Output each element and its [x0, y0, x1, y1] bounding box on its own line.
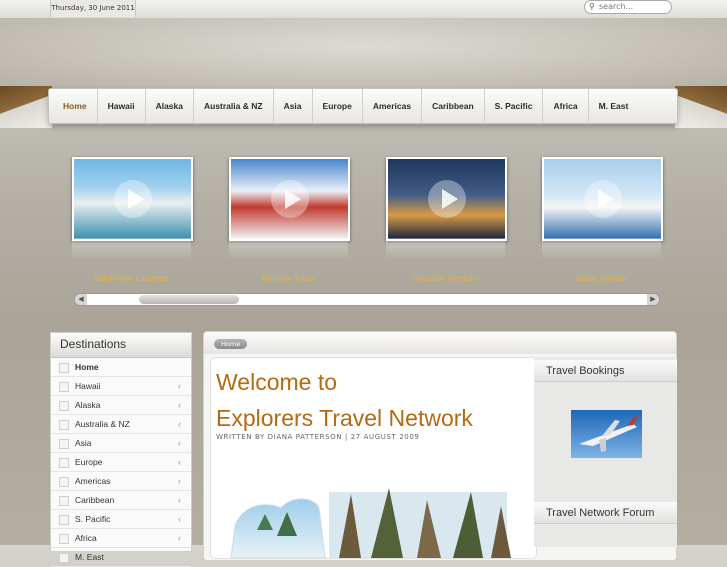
article: Welcome to Explorers Travel Network WRIT…	[210, 357, 537, 559]
bullet-icon	[59, 534, 69, 544]
sidebar-item-label: Asia	[75, 438, 92, 448]
nav-item-europe[interactable]: Europe	[313, 89, 363, 123]
chevron-left-icon: ‹	[178, 514, 181, 524]
sidebar-item-label: Africa	[75, 533, 97, 543]
bullet-icon	[59, 458, 69, 468]
sidebar-item-label: Caribbean	[75, 495, 115, 505]
sidebar-item-label: Home	[75, 362, 99, 372]
article-title[interactable]: Welcome to Explorers Travel Network	[216, 364, 473, 436]
chevron-left-icon: ‹	[178, 400, 181, 410]
sidebar-item-label: Hawaii	[75, 381, 101, 391]
caption-sail-charters[interactable]: Sail/Power Charters	[66, 273, 196, 283]
sidebar-item-label: S. Pacific	[75, 514, 111, 524]
current-date: Thursday, 30 June 2011	[50, 0, 136, 17]
sidebar-item-asia[interactable]: Asia ‹	[51, 434, 191, 453]
chevron-left-icon: ‹	[178, 495, 181, 505]
right-column: Travel Bookings Travel Network Forum	[534, 357, 677, 547]
breadcrumb: Home	[204, 332, 676, 354]
showcase-thumb-study-abroad[interactable]	[542, 157, 663, 241]
nav-item-alaska[interactable]: Alaska	[146, 89, 194, 123]
main-content: Home Welcome to Explorers Travel Network…	[203, 331, 677, 561]
search-placeholder: search...	[599, 2, 634, 11]
thumb-reflection	[386, 238, 505, 260]
sidebar-item-label: Americas	[75, 476, 111, 486]
nav-item-s-pacific[interactable]: S. Pacific	[485, 89, 544, 123]
chevron-left-icon: ‹	[178, 381, 181, 391]
nav-item-australia-nz[interactable]: Australia & NZ	[194, 89, 274, 123]
chevron-left-icon: ‹	[178, 476, 181, 486]
sidebar-item-europe[interactable]: Europe ‹	[51, 453, 191, 472]
top-bar: Thursday, 30 June 2011 ⚲ search...	[0, 0, 727, 19]
thumb-reflection	[72, 238, 191, 260]
sidebar-item-alaska[interactable]: Alaska ‹	[51, 396, 191, 415]
showcase-scrollbar[interactable]: ◀ ▶	[74, 293, 660, 306]
showcase-thumb-vacation-rentals[interactable]	[386, 157, 507, 241]
airplane-image[interactable]	[571, 410, 642, 458]
caption-railway-tours[interactable]: Railway Tours	[223, 273, 353, 283]
sidebar-item-label: Australia & NZ	[75, 419, 130, 429]
article-title-line2: Explorers Travel Network	[216, 405, 473, 431]
play-icon[interactable]	[270, 180, 309, 218]
play-icon[interactable]	[583, 180, 622, 218]
nav-item-hawaii[interactable]: Hawaii	[98, 89, 146, 123]
play-icon[interactable]	[427, 180, 466, 218]
chevron-left-icon: ‹	[178, 438, 181, 448]
sidebar-item-hawaii[interactable]: Hawaii ‹	[51, 377, 191, 396]
module-title-travel-bookings: Travel Bookings	[534, 360, 677, 382]
thumb-reflection	[229, 238, 348, 260]
showcase-thumb-railway-tours[interactable]	[229, 157, 350, 241]
caption-study-abroad[interactable]: Study Abroad	[536, 273, 666, 283]
nav-item-caribbean[interactable]: Caribbean	[422, 89, 485, 123]
article-title-line1: Welcome to	[216, 369, 338, 395]
sidebar-item-label: Alaska	[75, 400, 101, 410]
sidebar-item-m-east[interactable]: M. East	[51, 548, 191, 567]
sidebar-item-home[interactable]: Home	[51, 358, 191, 377]
scroll-thumb[interactable]	[139, 295, 239, 304]
showcase-thumb-sail-charters[interactable]	[72, 157, 193, 241]
nav-item-asia[interactable]: Asia	[274, 89, 313, 123]
bullet-icon	[59, 515, 69, 525]
bullet-icon	[59, 401, 69, 411]
bullet-icon	[59, 477, 69, 487]
sidebar-item-africa[interactable]: Africa ‹	[51, 529, 191, 548]
chevron-left-icon: ‹	[178, 457, 181, 467]
sidebar-item-label: Europe	[75, 457, 103, 467]
sidebar-item-australia-nz[interactable]: Australia & NZ ‹	[51, 415, 191, 434]
sidebar-item-caribbean[interactable]: Caribbean ‹	[51, 491, 191, 510]
module-title-travel-forum: Travel Network Forum	[534, 502, 677, 524]
thumb-reflection	[542, 238, 661, 260]
bullet-icon	[59, 382, 69, 392]
scroll-right-arrow-icon[interactable]: ▶	[647, 294, 659, 305]
article-byline: WRITTEN BY DIANA PATTERSON | 27 AUGUST 2…	[216, 433, 420, 441]
scroll-left-arrow-icon[interactable]: ◀	[75, 294, 87, 305]
bullet-icon	[59, 439, 69, 449]
header-banner	[0, 18, 727, 88]
play-icon[interactable]	[113, 180, 152, 218]
nav-item-m-east[interactable]: M. East	[589, 89, 639, 123]
nav-item-americas[interactable]: Americas	[363, 89, 423, 123]
caption-vacation-rentals[interactable]: Vacation Rentals	[380, 273, 510, 283]
main-nav: Home Hawaii Alaska Australia & NZ Asia E…	[48, 88, 678, 124]
destinations-sidebar: Destinations Home Hawaii ‹ Alaska ‹ Austra…	[50, 332, 192, 567]
airplane-icon	[579, 416, 638, 452]
search-input[interactable]: ⚲ search...	[584, 0, 672, 14]
chevron-left-icon: ‹	[178, 419, 181, 429]
nav-item-home[interactable]: Home	[53, 89, 98, 123]
search-icon: ⚲	[589, 2, 595, 11]
bullet-icon	[59, 553, 69, 563]
bullet-icon	[59, 363, 69, 373]
nav-wing-right	[675, 86, 727, 128]
sidebar-title: Destinations	[51, 333, 191, 358]
nav-wing-left	[0, 86, 52, 128]
bullet-icon	[59, 420, 69, 430]
chevron-left-icon: ‹	[178, 533, 181, 543]
sidebar-item-label: M. East	[75, 552, 104, 562]
sidebar-item-americas[interactable]: Americas ‹	[51, 472, 191, 491]
bullet-icon	[59, 496, 69, 506]
nav-item-africa[interactable]: Africa	[543, 89, 589, 123]
sidebar-item-s-pacific[interactable]: S. Pacific ‹	[51, 510, 191, 529]
article-image	[230, 488, 511, 558]
breadcrumb-home[interactable]: Home	[214, 339, 248, 349]
